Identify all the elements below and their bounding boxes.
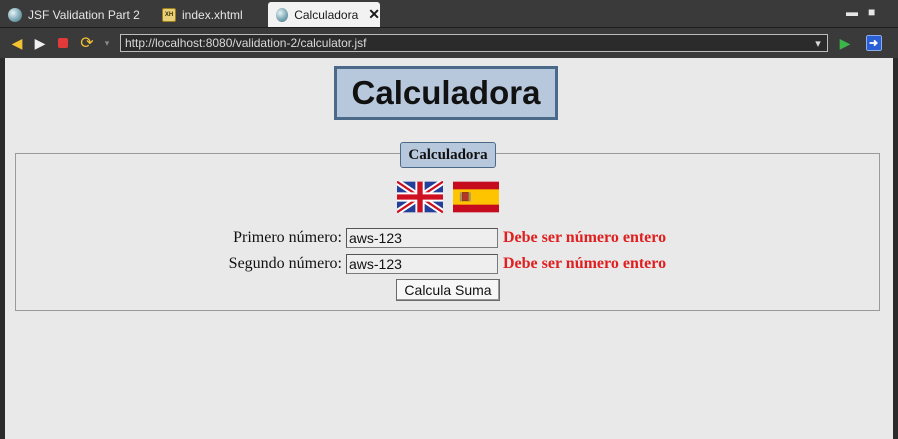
tab-bar: JSF Validation Part 2 XH index.xhtml Cal… <box>0 0 898 28</box>
panel-legend: Calculadora <box>400 142 496 168</box>
globe-icon <box>276 7 289 22</box>
spain-flag-icon[interactable] <box>453 181 499 213</box>
tab-index-xhtml[interactable]: XH index.xhtml <box>154 2 264 27</box>
go-icon[interactable]: ▶ <box>837 35 853 51</box>
page-viewport: Calculadora Calculadora Primero número: … <box>5 58 893 439</box>
globe-icon <box>8 7 22 22</box>
refresh-icon[interactable]: ⟳ <box>79 35 95 52</box>
tab-label: JSF Validation Part 2 <box>28 7 140 22</box>
open-external-browser-icon[interactable] <box>866 35 882 51</box>
close-icon[interactable]: ✕ <box>368 6 380 23</box>
url-input[interactable]: http://localhost:8080/validation-2/calcu… <box>120 34 828 52</box>
url-history-dropdown-icon[interactable]: ▾ <box>810 35 826 51</box>
page-title: Calculadora <box>334 66 558 120</box>
first-number-label: Primero número: <box>233 229 342 246</box>
xhtml-file-icon: XH <box>162 7 176 22</box>
maximize-icon[interactable]: ■ <box>868 5 880 19</box>
back-arrow-icon[interactable]: ◀ <box>9 35 25 51</box>
minimize-icon[interactable]: ▬ <box>846 5 858 19</box>
first-number-error: Debe ser número entero <box>503 229 667 246</box>
browser-toolbar: ◀ ▶ ⟳ ▾ http://localhost:8080/validation… <box>0 28 898 58</box>
first-number-input[interactable]: aws-123 <box>346 228 498 248</box>
refresh-dropdown-icon[interactable]: ▾ <box>99 35 115 51</box>
tab-label: Calculadora <box>294 7 359 22</box>
second-number-label: Segundo número: <box>228 255 342 272</box>
tab-calculadora[interactable]: Calculadora ✕ <box>268 2 380 27</box>
tab-jsf-validation[interactable]: JSF Validation Part 2 <box>0 2 150 27</box>
forward-arrow-icon[interactable]: ▶ <box>32 35 48 51</box>
second-number-error: Debe ser número entero <box>503 255 667 272</box>
calcula-suma-button[interactable]: Calcula Suma <box>396 279 500 301</box>
stop-icon[interactable] <box>55 35 71 51</box>
tab-label: index.xhtml <box>182 7 243 22</box>
uk-flag-icon[interactable] <box>395 179 445 215</box>
second-number-input[interactable]: aws-123 <box>346 254 498 274</box>
